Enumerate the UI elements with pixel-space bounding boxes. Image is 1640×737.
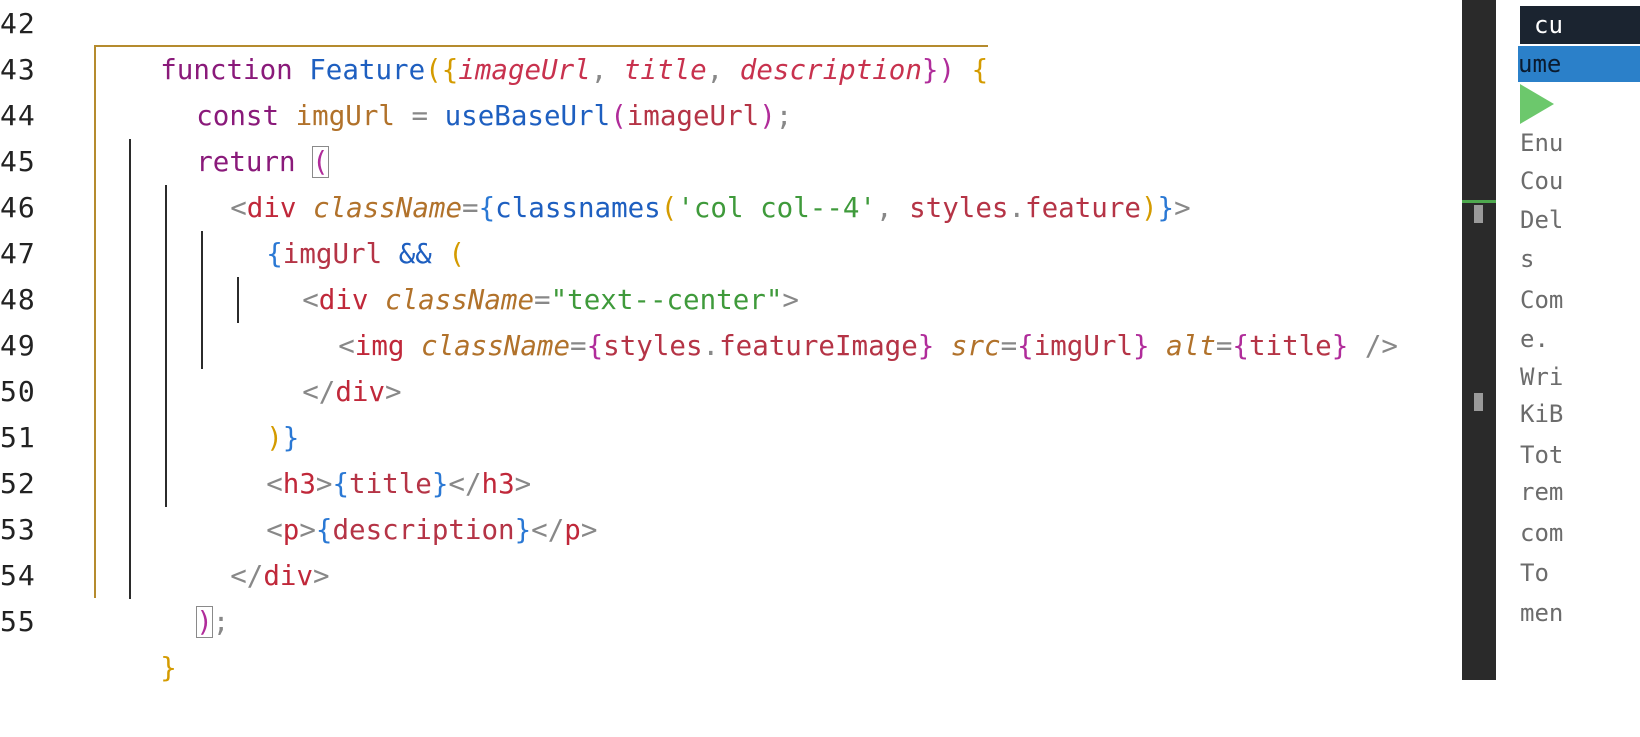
code-line-52[interactable]: <p>{description}</p> bbox=[200, 461, 597, 546]
line-number: 53 bbox=[0, 513, 36, 546]
scroll-thumb[interactable] bbox=[1474, 205, 1483, 223]
line-number: 44 bbox=[0, 99, 36, 132]
bracket: }) bbox=[921, 54, 956, 86]
tag-open: </ bbox=[531, 514, 565, 546]
variable: imgUrl bbox=[1033, 330, 1134, 362]
property: featureImage bbox=[719, 330, 918, 362]
operator: = bbox=[1000, 330, 1018, 362]
punctuation: ; bbox=[212, 606, 230, 638]
punctuation: . bbox=[702, 330, 720, 362]
line-number: 55 bbox=[0, 605, 36, 638]
line-number: 46 bbox=[0, 191, 36, 224]
object: styles bbox=[603, 330, 703, 362]
bracket: } bbox=[1133, 330, 1150, 362]
operator: = bbox=[570, 330, 587, 362]
function-call: classnames bbox=[495, 192, 661, 224]
code-line-53[interactable]: </div> bbox=[164, 507, 329, 592]
bracket: } bbox=[160, 652, 177, 684]
bracket: { bbox=[478, 192, 496, 224]
code-line-48[interactable]: <img className={styles.featureImage} src… bbox=[272, 277, 1398, 362]
bracket: ) bbox=[1140, 192, 1158, 224]
operator: = bbox=[394, 100, 445, 132]
tag-name: div bbox=[263, 560, 314, 592]
tag-close: > bbox=[580, 514, 598, 546]
code-line-54[interactable]: ); bbox=[130, 553, 229, 638]
attribute-name: alt bbox=[1149, 330, 1216, 362]
punctuation: . bbox=[1008, 192, 1026, 224]
bracket: } bbox=[514, 514, 532, 546]
scroll-diff-marker bbox=[1462, 200, 1496, 203]
object: styles bbox=[909, 192, 1009, 224]
tag-close: > bbox=[1174, 192, 1191, 224]
attribute-name: src bbox=[934, 330, 1001, 362]
punctuation: ; bbox=[775, 100, 793, 132]
tag-name: div bbox=[335, 376, 386, 408]
code-line-42[interactable]: function Feature({imageUrl, title, descr… bbox=[94, 1, 988, 86]
code-line-43[interactable]: const imgUrl = useBaseUrl(imageUrl); bbox=[130, 47, 792, 132]
function-call: useBaseUrl bbox=[444, 100, 611, 132]
line-number: 47 bbox=[0, 237, 36, 270]
bracket: { bbox=[955, 54, 989, 86]
tag-name: p bbox=[564, 514, 581, 546]
code-line-51[interactable]: <h3>{title}</h3> bbox=[200, 415, 531, 500]
variable: title bbox=[1248, 330, 1332, 362]
tag-close: > bbox=[313, 560, 330, 592]
line-number: 43 bbox=[0, 53, 36, 86]
line-number: 54 bbox=[0, 559, 36, 592]
bracket: ( bbox=[660, 192, 678, 224]
tag-close: > bbox=[385, 376, 402, 408]
editor-scrollbar[interactable] bbox=[1462, 0, 1496, 680]
code-editor[interactable]: 42 43 44 45 46 47 48 49 50 51 52 53 54 5… bbox=[0, 0, 1462, 684]
code-line-47[interactable]: <div className="text--center"> bbox=[236, 231, 799, 316]
scroll-match-marker bbox=[1474, 393, 1483, 411]
tag-open: </ bbox=[230, 560, 264, 592]
line-number: 42 bbox=[0, 7, 36, 40]
panel-output-line: rem bbox=[1520, 478, 1564, 506]
bracket: { bbox=[1232, 330, 1249, 362]
bracket: ( bbox=[610, 100, 627, 132]
string: 'col col--4' bbox=[677, 192, 876, 224]
bracket: } bbox=[1331, 330, 1349, 362]
code-line-44[interactable]: return ( bbox=[130, 93, 329, 178]
terminal-panel[interactable]: cu ume Enu Cou Del s Com e. Wri KiB Tot … bbox=[1496, 0, 1640, 680]
code-line-55[interactable]: } bbox=[94, 599, 177, 684]
line-number: 52 bbox=[0, 467, 36, 500]
panel-output-line: s bbox=[1520, 245, 1535, 273]
variable: description bbox=[332, 514, 515, 546]
line-number: 50 bbox=[0, 375, 36, 408]
bracket: ) bbox=[759, 100, 776, 132]
code-line-45[interactable]: <div className={classnames('col col--4',… bbox=[164, 139, 1190, 224]
attribute-name: className bbox=[404, 330, 571, 362]
argument: imageUrl bbox=[626, 100, 760, 132]
bracket: } bbox=[1157, 192, 1175, 224]
matched-bracket: ) bbox=[196, 606, 213, 638]
bracket: { bbox=[586, 330, 604, 362]
bracket: } bbox=[917, 330, 935, 362]
property: feature bbox=[1025, 192, 1141, 224]
line-number: 51 bbox=[0, 421, 36, 454]
operator: = bbox=[1215, 330, 1233, 362]
line-number: 48 bbox=[0, 283, 36, 316]
code-line-50[interactable]: )} bbox=[200, 369, 299, 454]
panel-output-line: men bbox=[1520, 599, 1564, 627]
play-arrow-icon[interactable] bbox=[1520, 84, 1554, 124]
code-line-46[interactable]: {imgUrl && ( bbox=[200, 185, 465, 270]
tag-open: </ bbox=[302, 376, 336, 408]
bracket: { bbox=[1017, 330, 1034, 362]
line-number: 45 bbox=[0, 145, 36, 178]
code-line-49[interactable]: </div> bbox=[236, 323, 401, 408]
tag-self-close: /> bbox=[1348, 330, 1398, 362]
punctuation: , bbox=[876, 192, 910, 224]
panel-header: cu bbox=[1520, 6, 1640, 44]
line-number: 49 bbox=[0, 329, 36, 362]
panel-output-line: KiB bbox=[1520, 400, 1564, 428]
panel-selected-line[interactable]: ume bbox=[1518, 46, 1640, 82]
